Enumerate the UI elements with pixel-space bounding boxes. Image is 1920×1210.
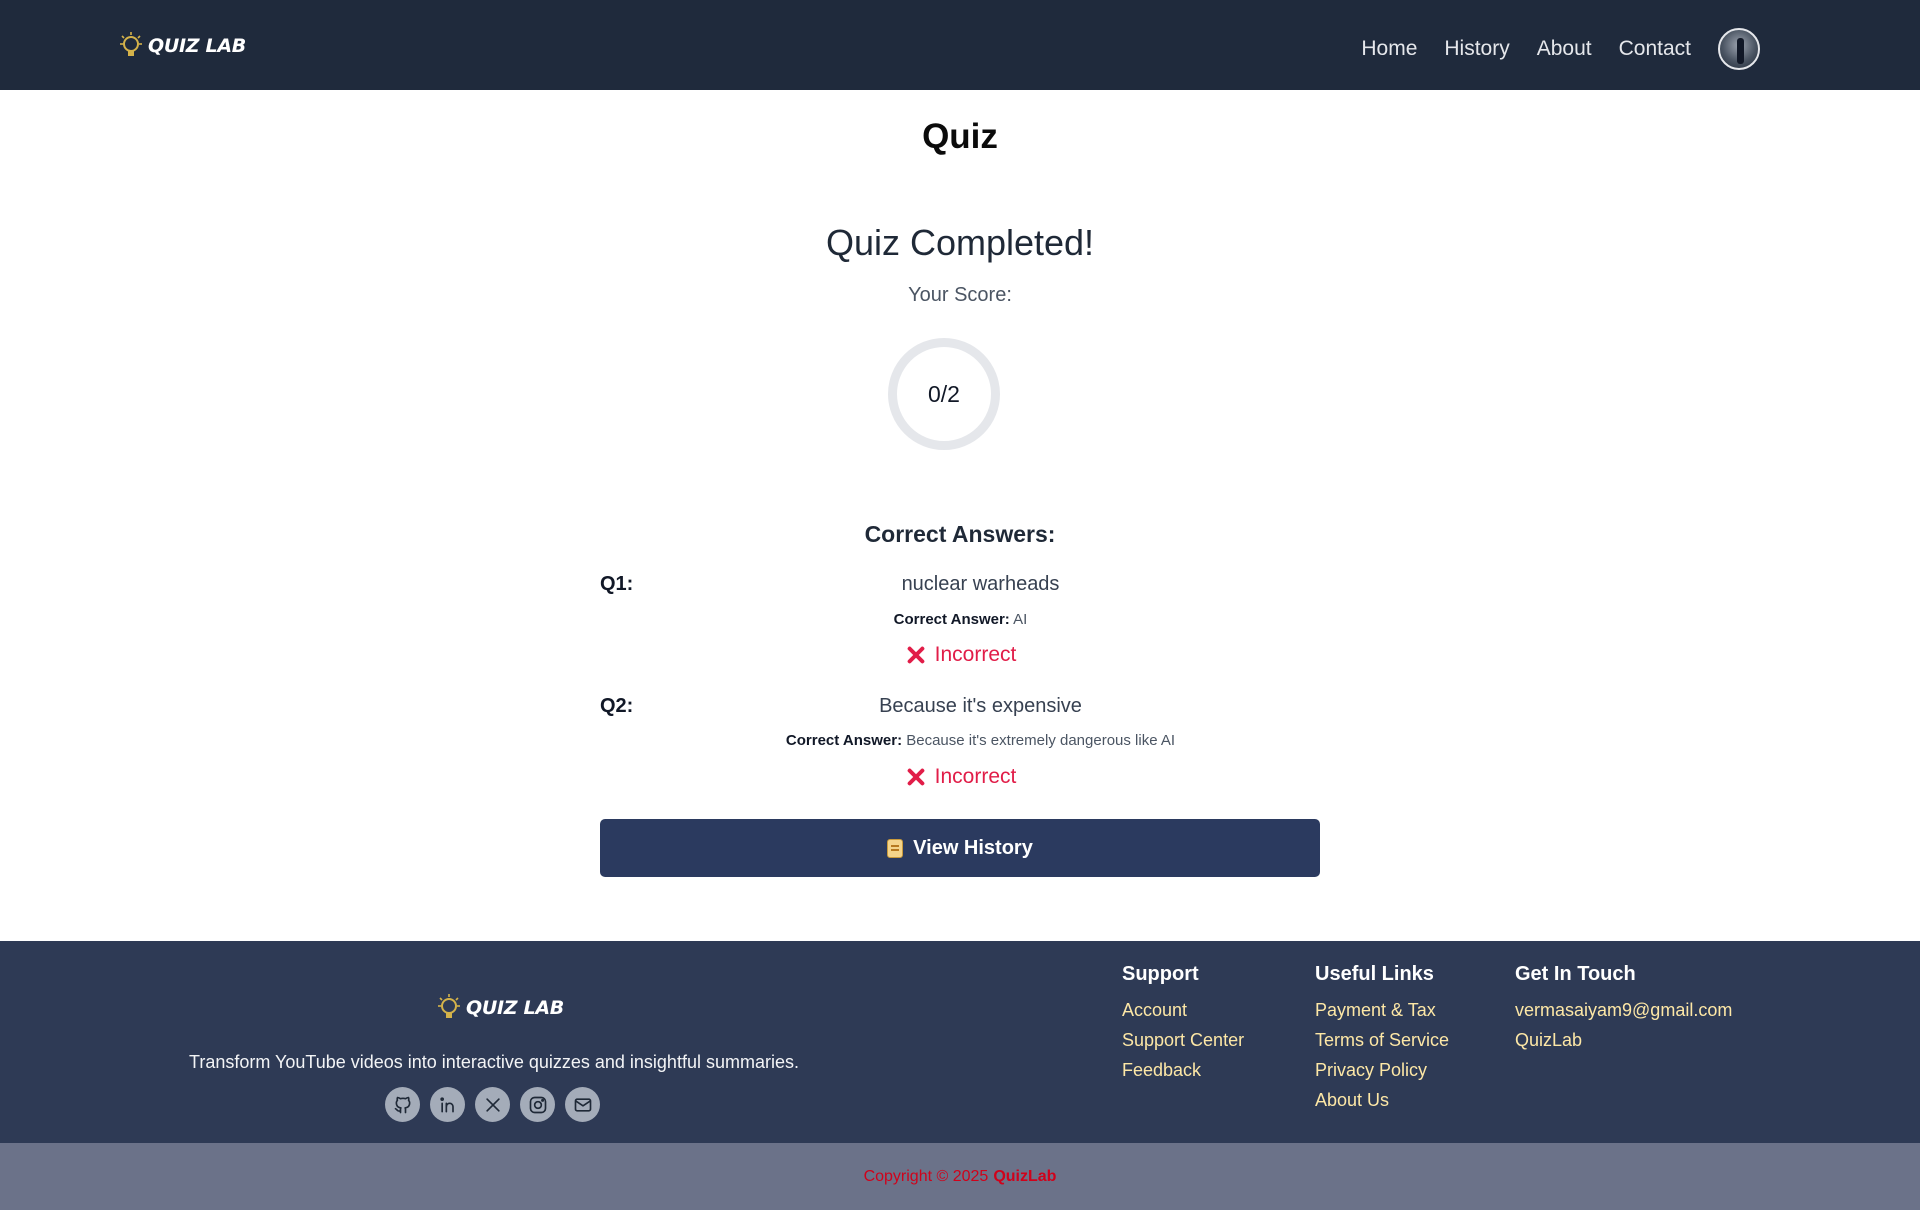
footer-link-email[interactable]: vermasaiyam9@gmail.com: [1515, 1000, 1732, 1021]
footer-useful-links-column: Useful Links Payment & Tax Terms of Serv…: [1315, 963, 1449, 1120]
footer-link-account[interactable]: Account: [1122, 1000, 1244, 1021]
correct-answer-value: Because it's extremely dangerous like AI: [906, 732, 1176, 749]
mail-icon: [574, 1097, 591, 1112]
lightbulb-logo-icon: [438, 994, 460, 1018]
footer-link-terms[interactable]: Terms of Service: [1315, 1030, 1449, 1051]
social-links: [385, 1087, 600, 1122]
footer-support-column: Support Account Support Center Feedback: [1122, 963, 1244, 1090]
nav-about[interactable]: About: [1537, 37, 1592, 61]
correct-answer-label: Correct Answer:: [893, 611, 1010, 628]
mail-link[interactable]: [565, 1087, 600, 1122]
main-nav: Home History About Contact: [1361, 28, 1760, 70]
user-answer: nuclear warheads: [901, 573, 1060, 595]
copyright-brand: QuizLab: [993, 1167, 1057, 1185]
page-title: Quiz: [922, 117, 998, 156]
github-icon: [394, 1096, 410, 1113]
copyright-bar: Copyright © 2025 QuizLab: [0, 1143, 1920, 1210]
correct-answer-value: AI: [1013, 611, 1028, 628]
header-logo[interactable]: QUIZ LAB: [118, 32, 246, 60]
nav-home[interactable]: Home: [1361, 37, 1417, 61]
quiz-completed-heading: Quiz Completed!: [825, 222, 1095, 263]
status-text: Incorrect: [934, 765, 1017, 788]
footer-link-quizlab[interactable]: QuizLab: [1515, 1030, 1732, 1051]
footer-logo[interactable]: QUIZ LAB: [436, 994, 564, 1022]
top-navbar: QUIZ LAB Home History About Contact: [0, 0, 1920, 90]
answer-status: Incorrect: [600, 643, 1321, 667]
score-label: Your Score:: [908, 284, 1012, 306]
copyright-text: Copyright © 2025: [863, 1167, 989, 1185]
footer-link-support-center[interactable]: Support Center: [1122, 1030, 1244, 1051]
lightbulb-logo-icon: [120, 32, 142, 56]
view-history-label: View History: [913, 836, 1033, 859]
footer: QUIZ LAB Transform YouTube videos into i…: [0, 941, 1920, 1143]
linkedin-link[interactable]: [430, 1087, 465, 1122]
score-value: 0/2: [928, 380, 960, 407]
instagram-icon: [529, 1096, 546, 1113]
footer-contact-heading: Get In Touch: [1515, 963, 1636, 985]
user-avatar[interactable]: [1718, 28, 1760, 70]
score-ring: 0/2: [888, 338, 1000, 450]
correct-answers-heading: Correct Answers:: [864, 521, 1056, 547]
footer-link-payment-tax[interactable]: Payment & Tax: [1315, 1000, 1449, 1021]
scroll-icon: [887, 838, 904, 858]
github-link[interactable]: [385, 1087, 420, 1122]
footer-link-feedback[interactable]: Feedback: [1122, 1060, 1244, 1081]
x-icon: [485, 1097, 500, 1112]
footer-tagline: Transform YouTube videos into interactiv…: [189, 1052, 799, 1072]
close-icon: [905, 766, 927, 788]
brand-name: QUIZ LAB: [148, 35, 246, 57]
nav-contact[interactable]: Contact: [1619, 37, 1691, 61]
x-link[interactable]: [475, 1087, 510, 1122]
user-answer: Because it's expensive: [879, 695, 1082, 717]
answer-status: Incorrect: [600, 765, 1321, 789]
footer-useful-links-heading: Useful Links: [1315, 963, 1434, 985]
view-history-button[interactable]: View History: [600, 819, 1320, 877]
instagram-link[interactable]: [520, 1087, 555, 1122]
brand-name: QUIZ LAB: [466, 997, 564, 1019]
status-text: Incorrect: [934, 643, 1017, 666]
footer-link-about-us[interactable]: About Us: [1315, 1090, 1449, 1111]
footer-link-privacy[interactable]: Privacy Policy: [1315, 1060, 1449, 1081]
close-icon: [905, 644, 927, 666]
correct-answer-line: Correct Answer: AI: [600, 611, 1321, 628]
linkedin-icon: [439, 1096, 454, 1112]
footer-support-heading: Support: [1122, 963, 1199, 985]
footer-contact-column: Get In Touch vermasaiyam9@gmail.com Quiz…: [1515, 963, 1732, 1060]
correct-answer-label: Correct Answer:: [785, 732, 903, 749]
correct-answer-line: Correct Answer: Because it's extremely d…: [600, 732, 1361, 749]
nav-history[interactable]: History: [1444, 37, 1509, 61]
